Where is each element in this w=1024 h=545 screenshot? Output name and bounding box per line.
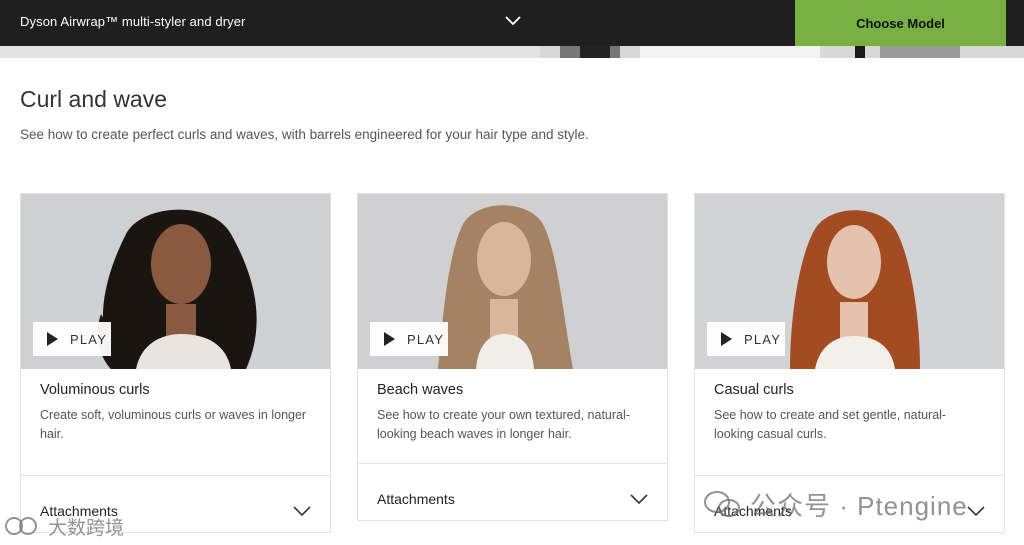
choose-model-button[interactable]: Choose Model xyxy=(795,0,1006,46)
style-card-beach-waves: PLAY Beach waves See how to create your … xyxy=(357,193,668,521)
chevron-down-icon xyxy=(293,506,311,517)
card-title: Beach waves xyxy=(377,382,464,398)
model-photo: PLAY xyxy=(21,194,330,369)
section-title: Curl and wave xyxy=(20,86,168,112)
product-top-bar: Dyson Airwrap™ multi-styler and dryer Ch… xyxy=(0,0,1024,46)
wechat-icon xyxy=(704,491,740,517)
card-divider xyxy=(358,463,667,464)
chevron-down-icon[interactable] xyxy=(503,13,523,29)
hero-image-strip xyxy=(0,46,1024,58)
watermark-wechat-ptengine: 公众号 · Ptengine xyxy=(702,484,968,524)
model-photo: PLAY xyxy=(695,194,1004,369)
play-label: PLAY xyxy=(70,331,108,347)
play-icon xyxy=(384,332,395,346)
play-icon xyxy=(721,332,732,346)
play-video-button[interactable]: PLAY xyxy=(370,322,448,356)
play-video-button[interactable]: PLAY xyxy=(33,322,111,356)
style-card-casual-curls: PLAY Casual curls See how to create and … xyxy=(694,193,1005,533)
attachments-accordion[interactable]: Attachments xyxy=(358,478,667,522)
watermark-text: 大数跨境 xyxy=(48,517,125,539)
card-description: Create soft, voluminous curls or waves i… xyxy=(40,408,307,441)
card-title: Voluminous curls xyxy=(40,382,150,398)
model-photo: PLAY xyxy=(358,194,667,369)
play-icon xyxy=(47,332,58,346)
attachments-label: Attachments xyxy=(377,491,455,507)
card-description: See how to create your own textured, nat… xyxy=(377,408,630,441)
card-description: See how to create and set gentle, natura… xyxy=(714,408,947,441)
play-video-button[interactable]: PLAY xyxy=(707,322,785,356)
card-title: Casual curls xyxy=(714,382,794,398)
card-divider xyxy=(21,475,330,476)
product-title: Dyson Airwrap™ multi-styler and dryer xyxy=(20,14,246,29)
section-subtitle: See how to create perfect curls and wave… xyxy=(20,127,589,142)
play-label: PLAY xyxy=(407,331,445,347)
chevron-down-icon xyxy=(630,494,648,505)
watermark-text: 公众号 · Ptengine xyxy=(750,490,968,521)
watermark-dashujingjing: 大数跨境 xyxy=(4,512,124,540)
watermark-logo-icon xyxy=(5,517,37,535)
chevron-down-icon xyxy=(967,506,985,517)
play-label: PLAY xyxy=(744,331,782,347)
style-card-voluminous-curls: PLAY Voluminous curls Create soft, volum… xyxy=(20,193,331,533)
card-divider xyxy=(695,475,1004,476)
